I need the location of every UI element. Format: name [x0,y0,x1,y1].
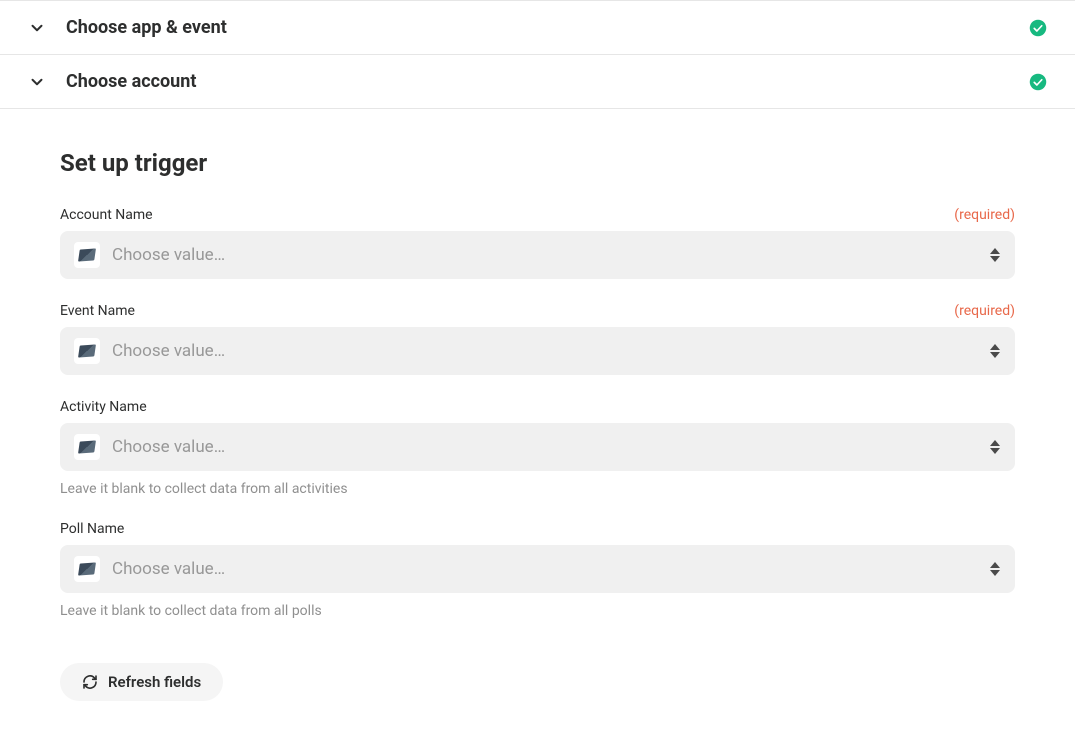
chevron-down-icon [28,73,46,91]
help-text: Leave it blank to collect data from all … [60,603,1015,619]
app-icon [74,434,100,460]
sort-icon [989,562,1001,576]
field-poll-name: Poll Name Choose value… Leave it blank t… [60,521,1015,619]
sort-icon [989,344,1001,358]
field-label: Activity Name [60,399,147,415]
dropdown-placeholder: Choose value… [112,437,989,457]
required-tag: (required) [954,303,1015,319]
step-choose-app-event[interactable]: Choose app & event [0,1,1075,55]
setup-trigger-panel: Set up trigger Account Name (required) C… [0,109,1075,731]
field-account-name: Account Name (required) Choose value… [60,207,1015,279]
activity-name-dropdown[interactable]: Choose value… [60,423,1015,471]
refresh-button-label: Refresh fields [108,673,201,691]
sort-icon [989,440,1001,454]
field-event-name: Event Name (required) Choose value… [60,303,1015,375]
event-name-dropdown[interactable]: Choose value… [60,327,1015,375]
field-label: Event Name [60,303,135,319]
step-title: Choose app & event [66,17,1029,38]
field-activity-name: Activity Name Choose value… Leave it bla… [60,399,1015,497]
poll-name-dropdown[interactable]: Choose value… [60,545,1015,593]
check-circle-icon [1029,19,1047,37]
refresh-icon [82,674,98,690]
required-tag: (required) [954,207,1015,223]
app-icon [74,338,100,364]
app-icon [74,556,100,582]
sort-icon [989,248,1001,262]
dropdown-placeholder: Choose value… [112,245,989,265]
field-label: Account Name [60,207,153,223]
refresh-fields-button[interactable]: Refresh fields [60,663,223,701]
step-choose-account[interactable]: Choose account [0,55,1075,109]
dropdown-placeholder: Choose value… [112,559,989,579]
app-icon [74,242,100,268]
dropdown-placeholder: Choose value… [112,341,989,361]
field-label: Poll Name [60,521,124,537]
help-text: Leave it blank to collect data from all … [60,481,1015,497]
account-name-dropdown[interactable]: Choose value… [60,231,1015,279]
step-title: Choose account [66,71,1029,92]
check-circle-icon [1029,73,1047,91]
section-title: Set up trigger [60,149,1015,177]
chevron-down-icon [28,19,46,37]
